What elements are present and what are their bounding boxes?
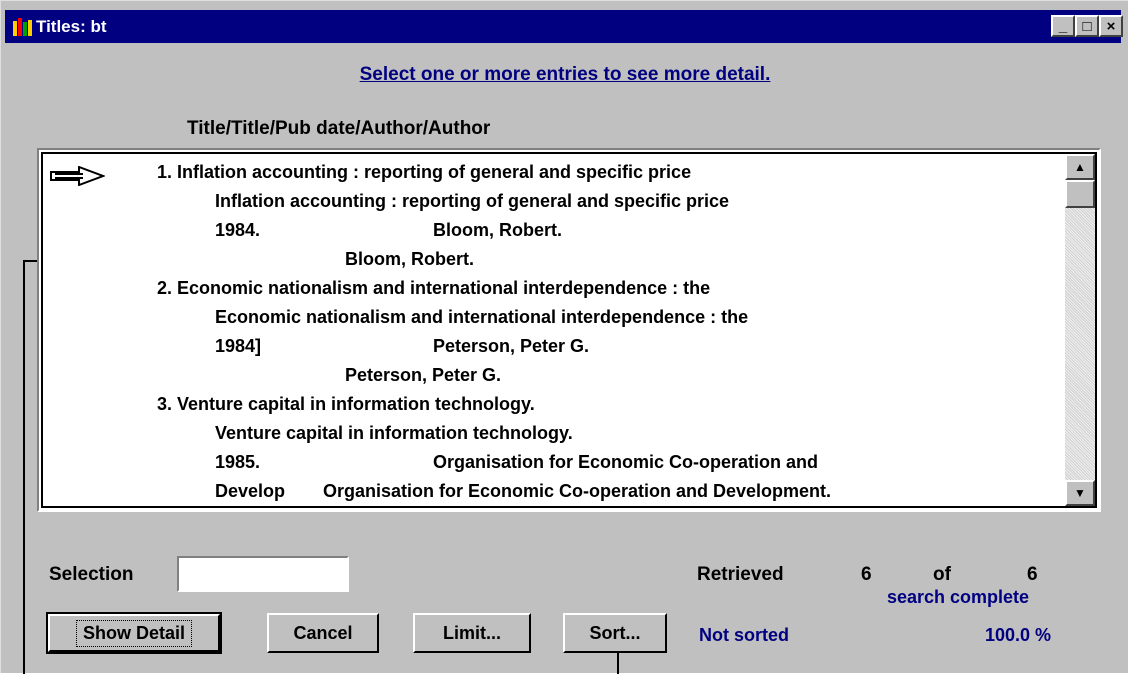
- column-header: Title/Title/Pub date/Author/Author: [187, 118, 491, 139]
- entry-subtitle: Economic nationalism and international i…: [215, 307, 749, 327]
- entry-author: Bloom, Robert.: [433, 220, 562, 240]
- entry-author: Peterson, Peter G.: [433, 336, 590, 356]
- sort-button[interactable]: Sort...: [563, 613, 667, 653]
- entry-title: 2. Economic nationalism and internationa…: [157, 278, 711, 298]
- vertical-scrollbar[interactable]: ▲ ▼: [1065, 154, 1095, 506]
- minimize-icon: _: [1058, 17, 1068, 35]
- titles-window: Titles: bt _ □ × Select one or more entr…: [0, 0, 1128, 674]
- arrow-right-icon: [50, 166, 105, 186]
- limit-label: Limit...: [443, 622, 501, 643]
- sort-status: Not sorted: [699, 625, 789, 645]
- entries-list: 1. Inflation accounting : reporting of g…: [43, 154, 1063, 506]
- arrow-down-icon: ▼: [1074, 486, 1086, 500]
- sort-label: Sort...: [589, 622, 641, 643]
- entry-title: 1. Inflation accounting : reporting of g…: [157, 162, 692, 182]
- listbox-frame: 1. Inflation accounting : reporting of g…: [41, 152, 1097, 508]
- entry-author-2: Bloom, Robert.: [345, 249, 474, 269]
- left-guide-line: [23, 260, 25, 674]
- close-button[interactable]: ×: [1099, 15, 1123, 37]
- cancel-label: Cancel: [293, 622, 353, 643]
- minimize-button[interactable]: _: [1051, 15, 1075, 37]
- close-icon: ×: [1106, 17, 1116, 35]
- titles-listbox[interactable]: 1. Inflation accounting : reporting of g…: [37, 148, 1101, 512]
- entry-pub-date-2: Develop: [215, 481, 286, 501]
- entry-author: Organisation for Economic Co-operation a…: [433, 452, 819, 472]
- maximize-button[interactable]: □: [1075, 15, 1099, 37]
- scroll-up-button[interactable]: ▲: [1065, 154, 1095, 180]
- title-bar[interactable]: Titles: bt _ □ ×: [5, 10, 1123, 43]
- books-icon: [13, 18, 32, 36]
- sort-guide-line: [617, 653, 619, 674]
- selection-input[interactable]: [177, 556, 349, 592]
- cancel-button[interactable]: Cancel: [267, 613, 379, 653]
- scroll-down-button[interactable]: ▼: [1065, 480, 1095, 506]
- arrow-up-icon: ▲: [1074, 160, 1086, 174]
- limit-button[interactable]: Limit...: [413, 613, 531, 653]
- retrieved-count: 6: [861, 564, 872, 585]
- show-detail-button[interactable]: Show Detail: [46, 612, 222, 654]
- entry-author-2: Peterson, Peter G.: [345, 365, 502, 385]
- retrieved-label: Retrieved: [697, 564, 784, 585]
- entry-pub-date: 1985.: [215, 452, 261, 472]
- scroll-thumb[interactable]: [1065, 180, 1095, 208]
- selection-label: Selection: [49, 564, 134, 585]
- search-status: search complete: [887, 587, 1030, 607]
- window-title: Titles: bt: [36, 17, 107, 36]
- maximize-icon: □: [1082, 17, 1092, 35]
- show-detail-label: Show Detail: [75, 619, 192, 647]
- percent-complete: 100.0 %: [985, 625, 1052, 645]
- entry-subtitle: Inflation accounting : reporting of gene…: [215, 191, 730, 211]
- entry-author-2: Organisation for Economic Co-operation a…: [323, 481, 832, 501]
- of-label: of: [933, 564, 951, 585]
- retrieved-total: 6: [1027, 564, 1038, 585]
- entry-pub-date: 1984.: [215, 220, 261, 240]
- detail-hint-link[interactable]: Select one or more entries to see more d…: [1, 64, 1128, 86]
- entry-pub-date: 1984]: [215, 336, 262, 356]
- entry-subtitle: Venture capital in information technolog…: [215, 423, 573, 443]
- entry-title: 3. Venture capital in information techno…: [157, 394, 535, 414]
